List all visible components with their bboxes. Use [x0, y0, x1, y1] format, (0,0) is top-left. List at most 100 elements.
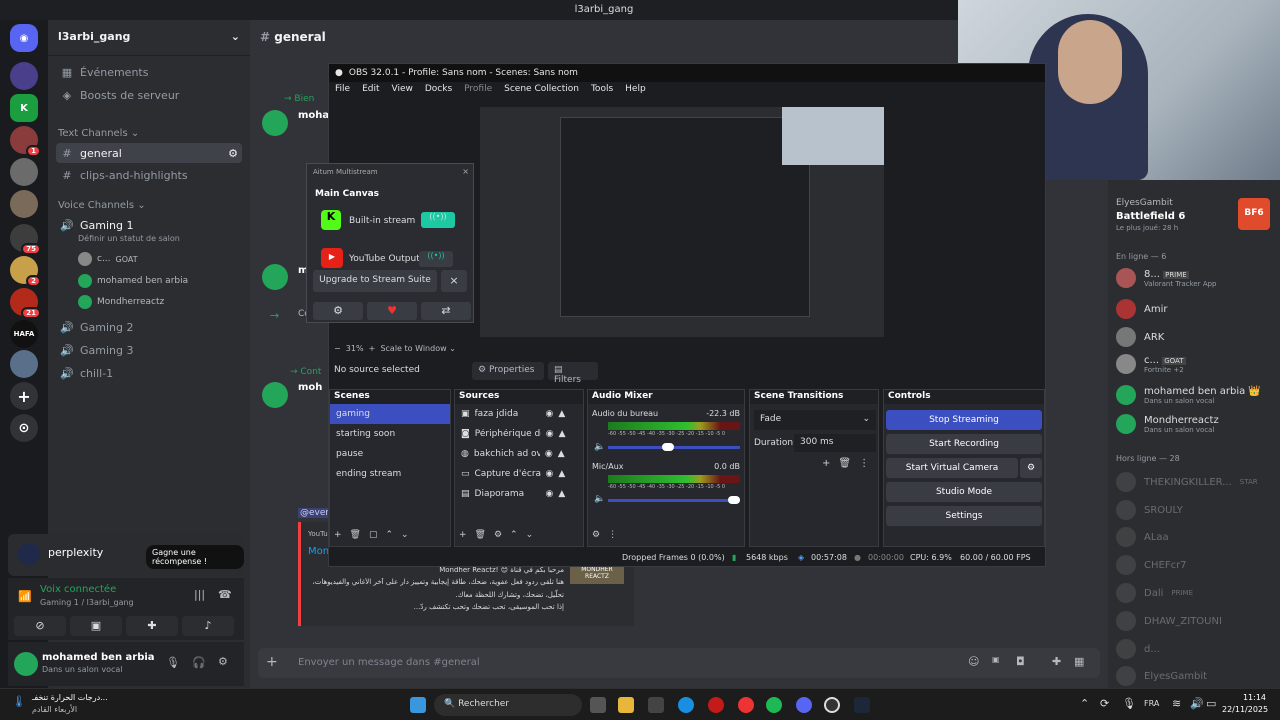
virtual-camera-button[interactable]: Start Virtual Camera	[886, 458, 1018, 478]
text-channels-category[interactable]: Text Channels ⌄	[58, 128, 139, 139]
spotify-icon[interactable]	[766, 697, 782, 713]
microphone-icon[interactable]: 🎙	[1122, 697, 1136, 710]
member-row-offline[interactable]: THEKINGKILLER... STAR	[1116, 472, 1258, 492]
server-icon[interactable]: 1	[10, 126, 41, 157]
clock-date[interactable]: 22/11/2025	[1222, 705, 1268, 714]
microphone-icon[interactable]: 🎙	[166, 656, 180, 669]
obs-icon[interactable]	[824, 697, 840, 713]
upgrade-button[interactable]: Upgrade to Stream Suite	[313, 270, 437, 292]
lock-icon[interactable]: ▲	[558, 409, 565, 419]
menu-help[interactable]: Help	[625, 84, 646, 98]
member-row[interactable]: Amir	[1116, 299, 1167, 319]
mention[interactable]: @ever	[298, 508, 332, 518]
avatar[interactable]	[262, 382, 288, 408]
noise-icon[interactable]: |||	[194, 588, 205, 601]
server-icon[interactable]	[10, 62, 38, 90]
add-server-icon[interactable]: +	[10, 382, 38, 410]
avatar[interactable]	[262, 110, 288, 136]
lock-icon[interactable]: ▲	[559, 429, 566, 439]
perplexity-promo[interactable]: perplexity Gagne une récompense !	[8, 534, 244, 576]
weather-text[interactable]: درجات الحرارة تنخفـ...	[32, 693, 108, 702]
store-icon[interactable]	[648, 697, 664, 713]
source-item[interactable]: ◙Périphérique de c◉▲	[455, 424, 583, 444]
member-row-offline[interactable]: CHEFcr7	[1116, 555, 1187, 575]
channel-clips[interactable]: # clips-and-highlights	[56, 165, 242, 185]
source-item[interactable]: ▤ Diaporama ◉ ▲	[455, 484, 583, 504]
explore-icon[interactable]: ⊙	[10, 414, 38, 442]
volume-slider[interactable]	[608, 499, 740, 502]
emoji-icon[interactable]: ☺	[968, 655, 979, 668]
transition-select[interactable]: Fade ⌄	[754, 410, 876, 430]
slider-handle[interactable]	[728, 496, 740, 504]
stream-toggle[interactable]: ((•))	[419, 251, 453, 267]
virtual-camera-settings-icon[interactable]: ⚙	[1020, 458, 1042, 478]
menu-file[interactable]: File	[335, 84, 350, 98]
camera-off-button[interactable]: ⊘	[14, 616, 66, 636]
reward-button[interactable]: Gagne une récompense !	[146, 545, 244, 569]
tray-icon[interactable]: ⟳	[1100, 697, 1109, 710]
server-icon[interactable]	[10, 350, 38, 378]
file-explorer-icon[interactable]	[618, 697, 634, 713]
voice-location[interactable]: Gaming 1 / l3arbi_gang	[40, 598, 134, 607]
lock-icon[interactable]: ▲	[558, 489, 565, 499]
member-row[interactable]: 8... PRIME Valorant Tracker App	[1116, 268, 1217, 288]
heart-icon[interactable]: ♥	[367, 302, 417, 320]
headphones-icon[interactable]: 🎧	[192, 656, 206, 669]
voice-user[interactable]: Mondherreactz	[78, 295, 164, 309]
volume-slider[interactable]	[608, 446, 740, 449]
menu-view[interactable]: View	[392, 84, 413, 98]
server-icon[interactable]	[10, 190, 38, 218]
server-icon-kick[interactable]: K	[10, 94, 38, 122]
member-row-offline[interactable]: Dali PRIME	[1116, 583, 1193, 603]
gif-icon[interactable]: ▣	[992, 655, 1000, 664]
stream-toggle[interactable]: ((•))	[421, 212, 455, 228]
menu-docks[interactable]: Docks	[425, 84, 452, 98]
server-icon[interactable]: 21	[10, 288, 41, 319]
member-row[interactable]: mohamed ben arbia 👑 Dans un salon vocal	[1116, 385, 1261, 405]
eye-icon[interactable]: ◉	[546, 429, 554, 439]
opera-icon[interactable]	[738, 697, 754, 713]
member-row[interactable]: Mondherreactz Dans un salon vocal	[1116, 414, 1219, 434]
weather-icon[interactable]: 🌡	[12, 695, 26, 708]
speaker-icon[interactable]: 🔈	[594, 494, 605, 504]
voice-user[interactable]: c... GOAT	[78, 252, 138, 266]
message-author[interactable]: moh	[298, 382, 322, 393]
filters-button[interactable]: ▤ Filters	[548, 362, 598, 385]
member-row-offline[interactable]: SROULY	[1116, 500, 1183, 520]
eye-icon[interactable]: ◉	[546, 409, 554, 419]
mixer-toolbar[interactable]: ⚙⋮	[592, 530, 625, 540]
voice-channel-gaming1[interactable]: 🔊 Gaming 1	[56, 215, 242, 235]
task-view-icon[interactable]	[590, 697, 606, 713]
scene-item[interactable]: pause	[330, 444, 450, 464]
eye-icon[interactable]: ◉	[546, 489, 554, 499]
voice-user[interactable]: mohamed ben arbia	[78, 274, 188, 288]
obs-preview[interactable]	[480, 107, 884, 337]
avatar[interactable]	[262, 264, 288, 290]
scene-item[interactable]: ending stream	[330, 464, 450, 484]
scene-toolbar[interactable]: +🗑▢⌃⌄	[334, 530, 417, 540]
menu-edit[interactable]: Edit	[362, 84, 379, 98]
clock-time[interactable]: 11:14	[1222, 693, 1266, 702]
stop-streaming-button[interactable]: Stop Streaming	[886, 410, 1042, 430]
sticker-icon[interactable]: ◘	[1016, 655, 1025, 668]
steam-icon[interactable]	[854, 697, 870, 713]
source-item[interactable]: ▣ faza jdida ◉ ▲	[455, 404, 583, 424]
close-icon[interactable]: ×	[441, 270, 467, 292]
battery-icon[interactable]: ▭	[1206, 697, 1216, 710]
member-row-offline[interactable]: ALaa	[1116, 527, 1169, 547]
embed-thumbnail[interactable]: MONDHER REACTZ	[570, 564, 624, 584]
scene-item[interactable]: starting soon	[330, 424, 450, 444]
voice-channel-gaming3[interactable]: 🔊 Gaming 3	[56, 340, 242, 360]
disconnect-icon[interactable]: ☎	[218, 588, 232, 601]
source-toolbar[interactable]: +🗑⚙⌃⌄	[459, 530, 541, 540]
member-row-offline[interactable]: ElyesGambit	[1116, 666, 1207, 686]
lock-icon[interactable]: ▲	[558, 469, 565, 479]
start-recording-button[interactable]: Start Recording	[886, 434, 1042, 454]
settings-icon[interactable]: ⚙	[313, 302, 363, 320]
message-input[interactable]: Envoyer un message dans #general	[298, 657, 480, 668]
voice-channel-chill[interactable]: 🔊 chill-1	[56, 363, 242, 383]
lock-icon[interactable]: ▲	[558, 449, 565, 459]
speaker-icon[interactable]: 🔈	[594, 442, 605, 452]
chevron-up-icon[interactable]: ⌃	[1080, 697, 1089, 710]
server-icon[interactable]	[10, 158, 38, 186]
